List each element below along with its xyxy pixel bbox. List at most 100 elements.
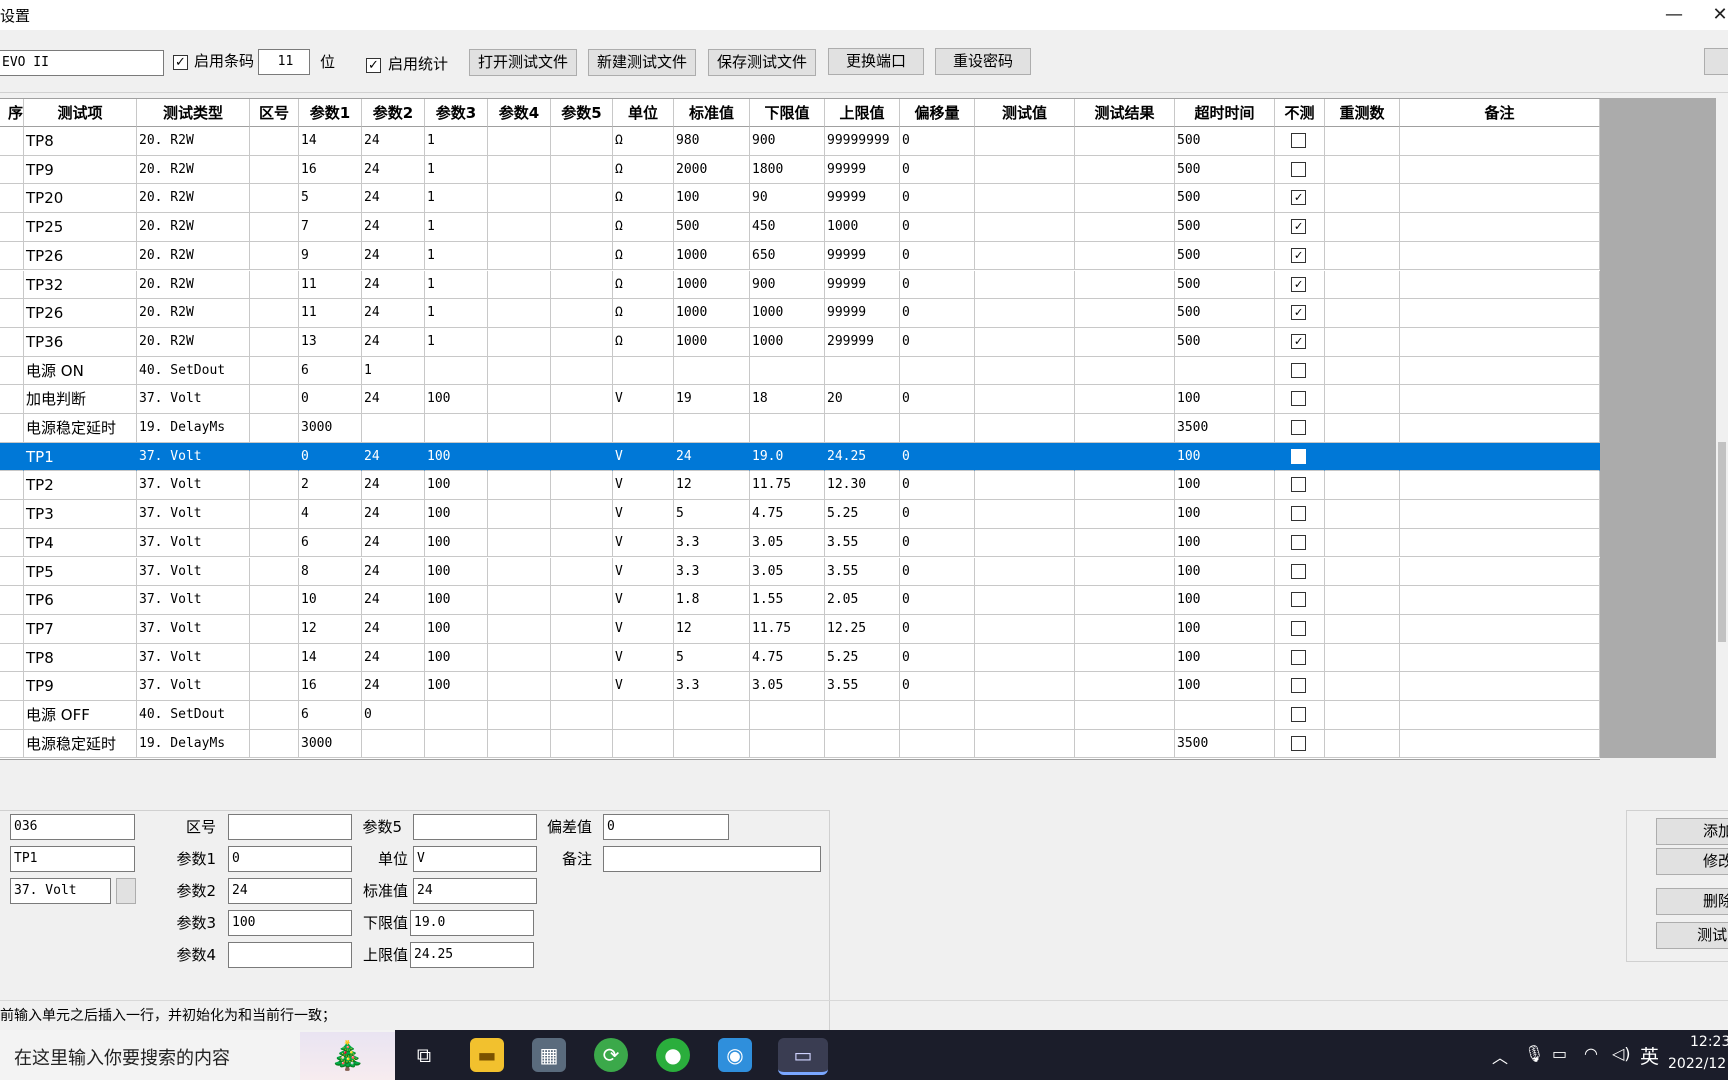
- cell-index[interactable]: [0, 672, 24, 701]
- cell-upper[interactable]: [825, 414, 900, 443]
- cell-timeout[interactable]: 100: [1175, 586, 1275, 615]
- cell-item[interactable]: 电源 OFF: [24, 701, 137, 730]
- cell-offset[interactable]: 0: [900, 213, 975, 242]
- cell-upper[interactable]: 12.25: [825, 614, 900, 644]
- skip-checkbox[interactable]: [1291, 391, 1306, 407]
- table-row[interactable]: TP9 37. Volt 16 24 100 V 3.3 3.05 3.55 0 100: [0, 672, 1600, 701]
- cell-timeout[interactable]: [1175, 356, 1275, 386]
- cell-param5[interactable]: [551, 127, 613, 156]
- cell-param4[interactable]: [488, 471, 551, 501]
- cell-result[interactable]: [1075, 500, 1175, 529]
- cell-skip[interactable]: [1275, 528, 1325, 558]
- param4-field[interactable]: [228, 942, 352, 968]
- column-header-item[interactable]: 测试项: [24, 99, 137, 127]
- cell-result[interactable]: [1075, 729, 1175, 759]
- cell-test-value[interactable]: [975, 155, 1075, 185]
- cell-param1[interactable]: 9: [299, 241, 362, 271]
- cell-param2[interactable]: 24: [362, 184, 425, 214]
- cell-retest[interactable]: [1325, 643, 1400, 673]
- cell-lower[interactable]: 4.75: [750, 500, 825, 529]
- cell-timeout[interactable]: 500: [1175, 155, 1275, 185]
- cell-note[interactable]: [1400, 241, 1600, 271]
- cell-type[interactable]: 20. R2W: [137, 270, 250, 300]
- cell-param4[interactable]: [488, 184, 551, 214]
- cell-unit[interactable]: [613, 729, 674, 759]
- cell-zone[interactable]: [250, 213, 299, 242]
- cell-type[interactable]: 37. Volt: [137, 614, 250, 644]
- cell-timeout[interactable]: 500: [1175, 299, 1275, 328]
- cell-lower[interactable]: 900: [750, 270, 825, 300]
- cell-standard[interactable]: [674, 729, 750, 759]
- deviation-field[interactable]: 0: [603, 814, 729, 840]
- cell-result[interactable]: [1075, 270, 1175, 300]
- toolbar-overflow-button[interactable]: [1704, 48, 1728, 75]
- cell-param5[interactable]: [551, 327, 613, 357]
- cell-test-value[interactable]: [975, 299, 1075, 328]
- cell-param4[interactable]: [488, 213, 551, 242]
- cell-param5[interactable]: [551, 442, 613, 472]
- skip-checkbox[interactable]: [1291, 592, 1306, 608]
- cell-note[interactable]: [1400, 701, 1600, 730]
- cell-param3[interactable]: 100: [425, 385, 488, 414]
- cell-item[interactable]: TP26: [24, 299, 137, 328]
- cell-param2[interactable]: [362, 414, 425, 443]
- cell-param2[interactable]: 24: [362, 500, 425, 529]
- test-button[interactable]: 测试(: [1656, 922, 1728, 949]
- cell-test-value[interactable]: [975, 414, 1075, 443]
- table-row[interactable]: 电源 OFF 40. SetDout 6 0: [0, 701, 1600, 730]
- battery-icon[interactable]: ▭: [1552, 1044, 1567, 1063]
- cell-result[interactable]: [1075, 528, 1175, 558]
- cell-item[interactable]: TP7: [24, 614, 137, 644]
- modify-button[interactable]: 修改: [1656, 848, 1728, 875]
- cell-zone[interactable]: [250, 270, 299, 300]
- cell-param3[interactable]: [425, 701, 488, 730]
- cell-result[interactable]: [1075, 586, 1175, 615]
- cell-upper[interactable]: 3.55: [825, 557, 900, 587]
- cell-param4[interactable]: [488, 729, 551, 759]
- cell-standard[interactable]: 1000: [674, 327, 750, 357]
- table-row[interactable]: TP7 37. Volt 12 24 100 V 12 11.75 12.25 0 100: [0, 614, 1600, 644]
- cell-type[interactable]: 37. Volt: [137, 385, 250, 414]
- skip-checkbox[interactable]: ✓: [1291, 247, 1306, 263]
- cell-upper[interactable]: 99999: [825, 270, 900, 300]
- cell-param3[interactable]: [425, 356, 488, 386]
- column-header-test-value[interactable]: 测试值: [975, 99, 1075, 127]
- cell-param1[interactable]: 11: [299, 299, 362, 328]
- standard-value-field[interactable]: 24: [413, 878, 537, 904]
- cell-skip[interactable]: [1275, 356, 1325, 386]
- cell-standard[interactable]: 1000: [674, 299, 750, 328]
- cell-retest[interactable]: [1325, 127, 1400, 156]
- cell-timeout[interactable]: 3500: [1175, 729, 1275, 759]
- table-row[interactable]: TP20 20. R2W 5 24 1 Ω 100 90 99999 0 500 ✓: [0, 184, 1600, 214]
- cell-param5[interactable]: [551, 385, 613, 414]
- column-header-retest[interactable]: 重测数: [1325, 99, 1400, 127]
- cell-note[interactable]: [1400, 414, 1600, 443]
- cell-test-value[interactable]: [975, 184, 1075, 214]
- clock-date[interactable]: 2022/12: [1668, 1056, 1726, 1072]
- cell-retest[interactable]: [1325, 614, 1400, 644]
- cell-param2[interactable]: 24: [362, 385, 425, 414]
- cell-item[interactable]: TP4: [24, 528, 137, 558]
- table-scrollbar[interactable]: [1716, 98, 1728, 758]
- cell-skip[interactable]: [1275, 385, 1325, 414]
- column-header-upper[interactable]: 上限值: [825, 99, 900, 127]
- cell-timeout[interactable]: 500: [1175, 127, 1275, 156]
- cell-unit[interactable]: V: [613, 586, 674, 615]
- cell-skip[interactable]: ✓: [1275, 327, 1325, 357]
- cell-param1[interactable]: 4: [299, 500, 362, 529]
- column-header-index[interactable]: 序: [0, 99, 24, 127]
- skip-checkbox[interactable]: [1291, 534, 1306, 550]
- cell-unit[interactable]: V: [613, 672, 674, 701]
- cell-index[interactable]: [0, 414, 24, 443]
- cell-test-value[interactable]: [975, 270, 1075, 300]
- taskbar-search-box[interactable]: 在这里输入你要搜索的内容 🎄: [0, 1030, 395, 1080]
- column-header-result[interactable]: 测试结果: [1075, 99, 1175, 127]
- cell-param2[interactable]: 24: [362, 127, 425, 156]
- cell-unit[interactable]: V: [613, 614, 674, 644]
- cell-index[interactable]: [0, 586, 24, 615]
- wechat-icon[interactable]: ●: [656, 1038, 690, 1072]
- zone-field[interactable]: [228, 814, 352, 840]
- cell-index[interactable]: [0, 327, 24, 357]
- cell-zone[interactable]: [250, 385, 299, 414]
- new-test-file-button[interactable]: 新建测试文件: [588, 49, 696, 76]
